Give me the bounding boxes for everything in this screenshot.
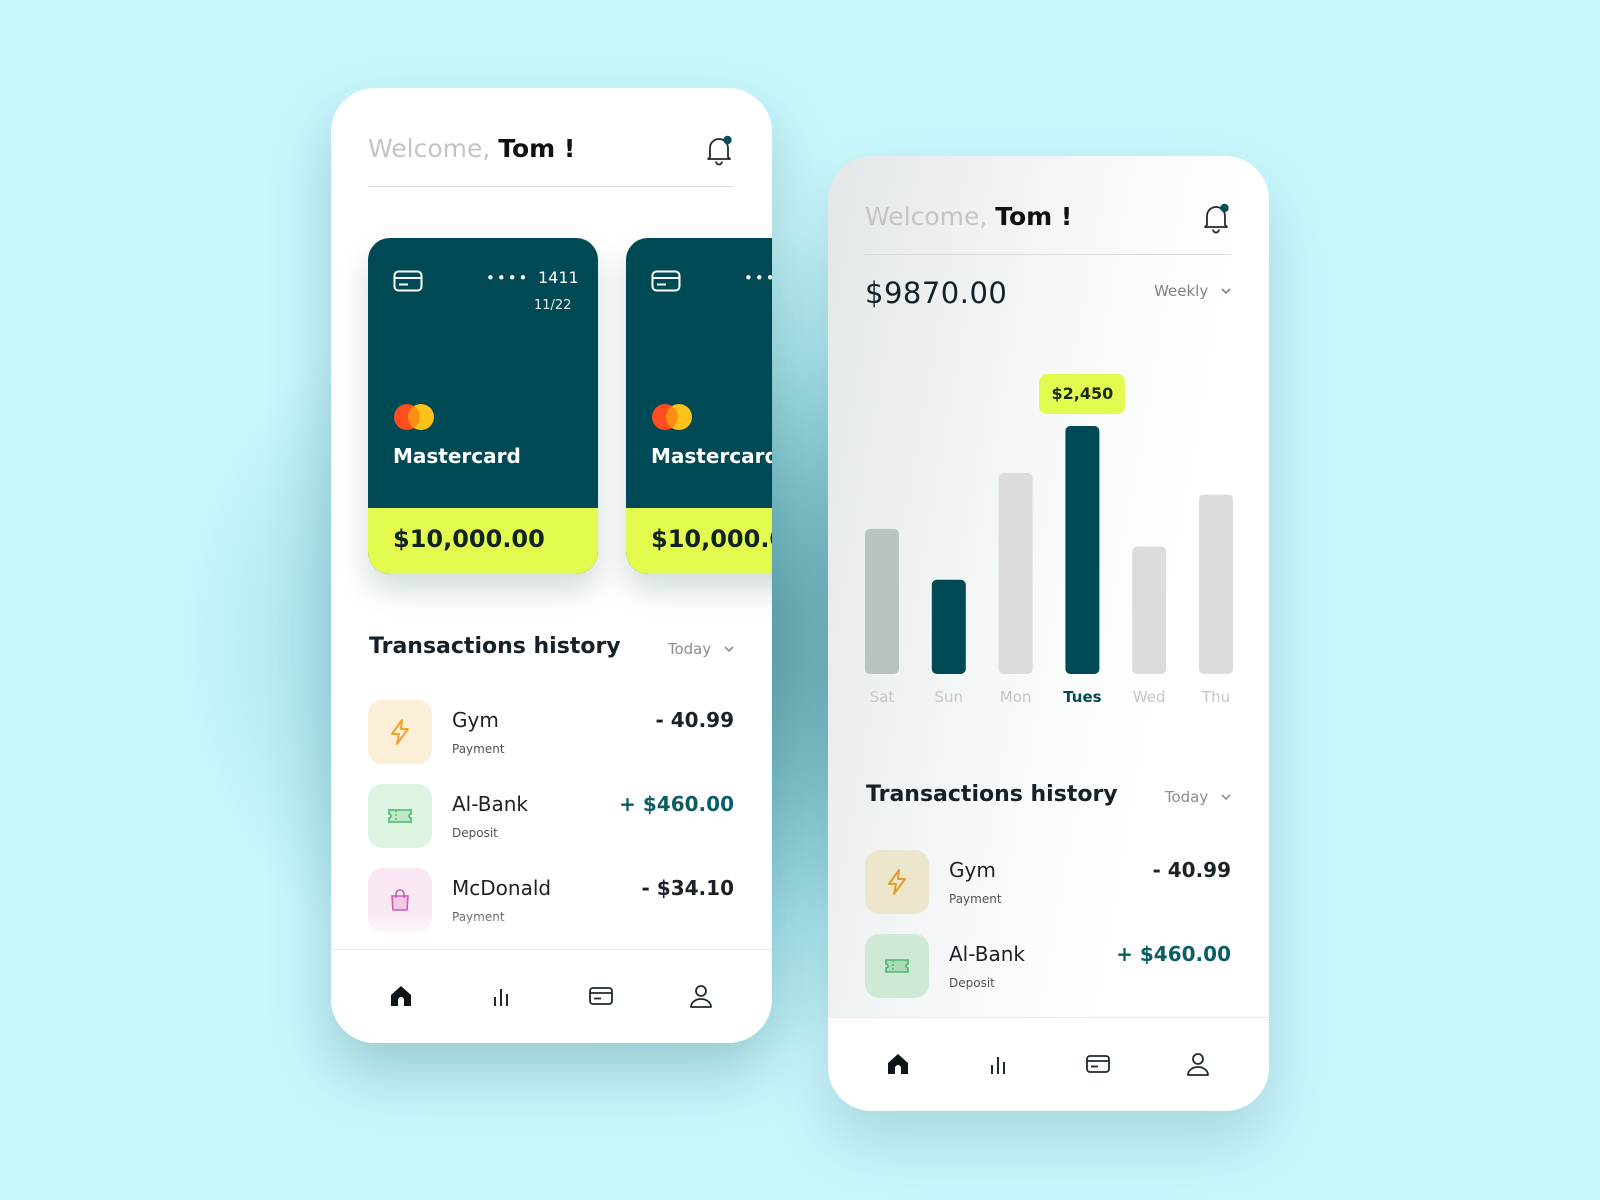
list-fade-overlay [331,910,772,950]
mastercard-logo-icon [652,404,692,430]
profile-icon[interactable] [687,982,715,1010]
transaction-name: Gym [452,708,499,732]
transaction-type: Payment [452,742,505,756]
home-icon[interactable] [387,982,415,1010]
phone-home-screen: Welcome, Tom ! •••• 1411 11/22 Mastercar… [331,88,772,1043]
bar-tues[interactable] [1065,426,1100,674]
card-balance-strip: $10,000.0 [626,508,772,574]
notification-bell-icon[interactable] [1201,202,1231,234]
profile-icon[interactable] [1184,1050,1212,1078]
transaction-name: Al-Bank [452,792,528,816]
card-balance-strip: $10,000.00 [368,508,598,574]
transaction-row[interactable]: Al-Bank Deposit + $460.00 [368,784,734,848]
welcome-heading: Welcome, Tom ! [368,134,575,163]
stats-icon[interactable] [487,982,515,1010]
card-masked-number: •••• [486,269,530,287]
card-chip-icon [651,270,681,292]
transaction-name: McDonald [452,876,552,900]
lightning-icon [368,700,432,764]
transaction-amount: - $34.10 [641,876,734,900]
card-expiry: 11/22 [534,298,572,313]
transaction-row[interactable]: Al-Bank Deposit + $460.00 [865,934,1231,998]
bar-wed[interactable] [1132,546,1167,674]
credit-card-1[interactable]: •••• 1411 11/22 Mastercard $10,000.00 [368,238,598,574]
card-last-digits: 1411 [538,268,579,287]
card-chip-icon [393,270,423,292]
card-brand: Mastercard [651,444,772,468]
period-dropdown[interactable]: Weekly [1154,282,1231,300]
transaction-name: Gym [949,858,996,882]
tick-label-sun: Sun [935,688,964,706]
tick-label-sat: Sat [870,688,895,706]
transaction-type: Deposit [949,976,995,990]
phone-stats-screen: Welcome, Tom ! $9870.00 Weekly $2,450 Sa… [828,156,1269,1111]
bar-sun[interactable] [931,579,966,674]
transaction-amount: - 40.99 [1152,858,1231,882]
header-divider [368,186,734,187]
ticket-icon [368,784,432,848]
filter-label: Today [1164,788,1209,806]
credit-card-2[interactable]: ••• Mastercard $10,000.0 [626,238,772,574]
card-balance: $10,000.0 [651,525,772,553]
transaction-type: Deposit [452,826,498,840]
tick-label-tues: Tues [1063,688,1101,706]
period-label: Weekly [1154,282,1209,300]
transaction-amount: + $460.00 [1116,942,1231,966]
lightning-icon [865,850,929,914]
transaction-type: Payment [949,892,1002,906]
bar-chart-svg: Sat Sun Mon Tues Wed Thu [865,426,1233,706]
welcome-prefix: Welcome, [368,134,491,163]
bottom-navigation [828,1017,1269,1111]
weekly-bar-chart: $2,450 Sat Sun Mon Tues Wed Thu [865,366,1233,736]
transaction-amount: - 40.99 [655,708,734,732]
chevron-down-icon [724,646,734,653]
transaction-row[interactable]: Gym Payment - 40.99 [865,850,1231,914]
transactions-title: Transactions history [866,782,1118,807]
transaction-row[interactable]: Gym Payment - 40.99 [368,700,734,764]
home-icon[interactable] [884,1050,912,1078]
card-balance: $10,000.00 [393,525,545,553]
bottom-navigation [331,949,772,1043]
filter-label: Today [667,640,712,658]
total-balance: $9870.00 [865,276,1008,310]
welcome-prefix: Welcome, [865,202,988,231]
tick-label-thu: Thu [1201,688,1230,706]
welcome-heading: Welcome, Tom ! [865,202,1072,231]
bar-sat[interactable] [865,528,899,674]
bar-thu[interactable] [1199,494,1233,674]
transactions-filter-dropdown[interactable]: Today [668,640,734,658]
card-brand: Mastercard [393,444,521,468]
transaction-amount: + $460.00 [619,792,734,816]
transactions-filter-dropdown[interactable]: Today [1165,788,1231,806]
bar-mon[interactable] [998,473,1033,674]
mastercard-logo-icon [394,404,434,430]
ticket-icon [865,934,929,998]
chevron-down-icon [1221,794,1231,801]
tick-label-wed: Wed [1133,688,1166,706]
card-masked-number: ••• [744,269,772,287]
notification-bell-icon[interactable] [704,134,734,166]
transactions-title: Transactions history [369,634,621,659]
transaction-name: Al-Bank [949,942,1025,966]
user-name: Tom ! [995,202,1073,231]
header-divider [865,254,1231,255]
tick-label-mon: Mon [1000,688,1032,706]
card-icon[interactable] [587,982,615,1010]
stats-icon[interactable] [984,1050,1012,1078]
chevron-down-icon [1221,288,1231,295]
card-icon[interactable] [1084,1050,1112,1078]
user-name: Tom ! [498,134,576,163]
